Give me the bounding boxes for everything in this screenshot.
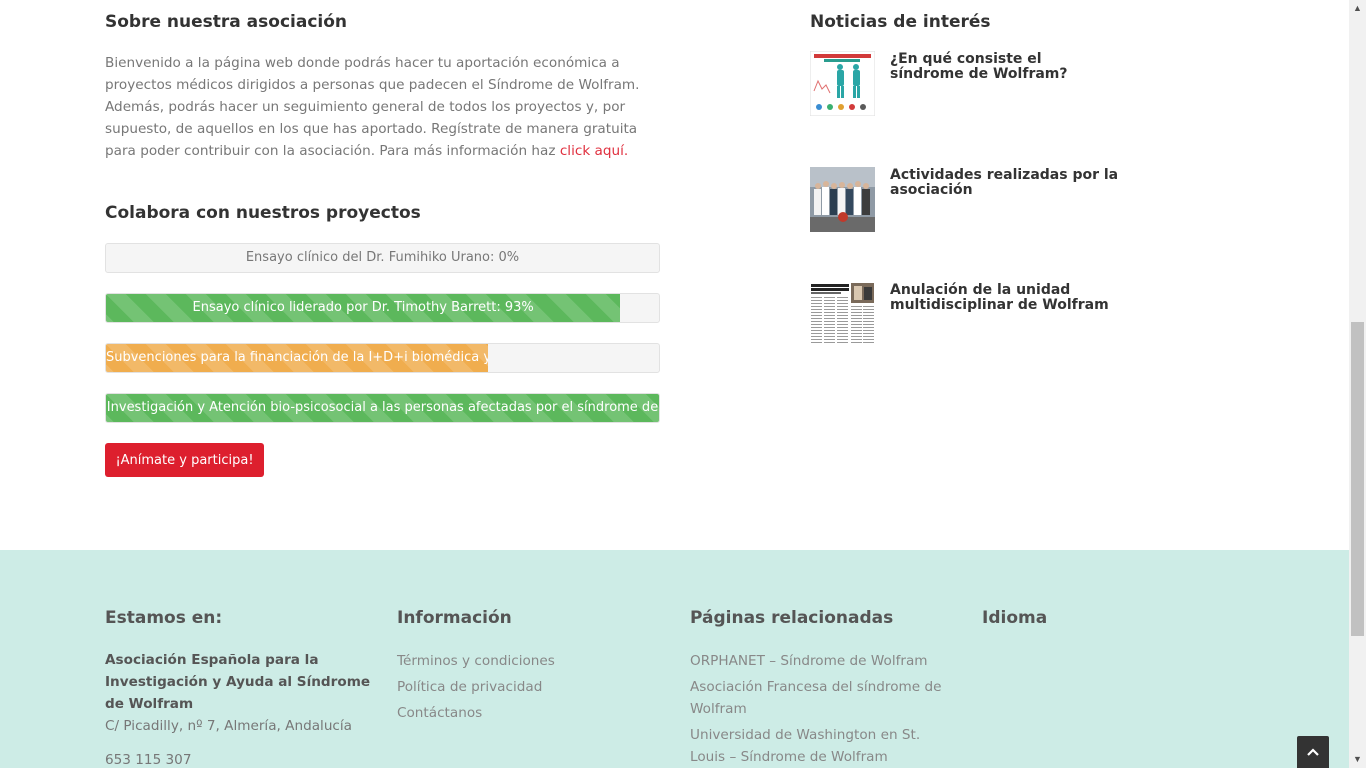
project-progress[interactable]: Ensayo clínico del Dr. Fumihiko Urano: 0… bbox=[105, 243, 660, 273]
news-item[interactable]: Actividades realizadas por la asociación bbox=[810, 167, 1180, 233]
scrollbar-thumb[interactable] bbox=[1351, 322, 1364, 636]
org-name: Asociación Española para la Investigació… bbox=[105, 652, 371, 712]
progress-bar-fill: Ensayo clínico liderado por Dr. Timothy … bbox=[106, 294, 621, 322]
news-title: Noticias de interés bbox=[810, 12, 991, 32]
progress-label: Subvenciones para la financiación de la … bbox=[106, 350, 488, 365]
footer-heading: Información bbox=[397, 608, 512, 628]
news-thumbnail[interactable] bbox=[810, 51, 875, 116]
orphanet-link[interactable]: ORPHANET – Síndrome de Wolfram bbox=[690, 650, 955, 672]
about-title: Sobre nuestra asociación bbox=[105, 12, 348, 32]
progress-bar-fill: Investigación y Atención bio-psicosocial… bbox=[106, 394, 659, 422]
progress-bar-fill: Subvenciones para la financiación de la … bbox=[106, 344, 488, 372]
more-info-link[interactable]: click aquí. bbox=[560, 143, 628, 159]
news-thumbnail[interactable] bbox=[810, 167, 875, 232]
news-thumbnail[interactable] bbox=[810, 282, 875, 347]
washington-university-link[interactable]: Universidad de Washington en St. Louis –… bbox=[690, 724, 955, 768]
projects-title: Colabora con nuestros proyectos bbox=[105, 203, 421, 223]
footer-heading: Estamos en: bbox=[105, 608, 223, 628]
progress-label: Ensayo clínico del Dr. Fumihiko Urano: 0… bbox=[245, 250, 520, 265]
news-item[interactable]: ¿En qué consiste el síndrome de Wolfram? bbox=[810, 51, 1180, 117]
project-progress[interactable]: Investigación y Atención bio-psicosocial… bbox=[105, 393, 660, 423]
address: C/ Picadilly, nº 7, Almería, Andalucía bbox=[105, 718, 353, 734]
project-progress[interactable]: Subvenciones para la financiación de la … bbox=[105, 343, 660, 373]
news-title-link[interactable]: Anulación de la unidad multidisciplinar … bbox=[890, 283, 1180, 313]
progress-label: Investigación y Atención bio-psicosocial… bbox=[106, 400, 659, 415]
main-content: Sobre nuestra asociación Bienvenido a la… bbox=[0, 0, 1349, 550]
project-progress[interactable]: Ensayo clínico liderado por Dr. Timothy … bbox=[105, 293, 660, 323]
footer: Estamos en: Asociación Española para la … bbox=[0, 550, 1349, 768]
news-title-link[interactable]: ¿En qué consiste el síndrome de Wolfram? bbox=[890, 52, 1110, 82]
progress-label: Ensayo clínico liderado por Dr. Timothy … bbox=[192, 300, 534, 315]
footer-heading: Páginas relacionadas bbox=[690, 608, 894, 628]
back-to-top-button[interactable] bbox=[1297, 736, 1329, 768]
contact-link[interactable]: Contáctanos bbox=[397, 702, 657, 724]
footer-address-block: Asociación Española para la Investigació… bbox=[105, 649, 375, 771]
scroll-up-arrow-icon[interactable]: ▲ bbox=[1349, 0, 1366, 17]
participate-button[interactable]: ¡Anímate y participa! bbox=[105, 443, 264, 477]
news-item[interactable]: Anulación de la unidad multidisciplinar … bbox=[810, 282, 1180, 348]
footer-heading: Idioma bbox=[982, 608, 1048, 628]
scroll-down-arrow-icon[interactable]: ▼ bbox=[1349, 751, 1366, 768]
scrollbar[interactable]: ▲ ▼ bbox=[1349, 0, 1366, 768]
chevron-up-icon bbox=[1307, 748, 1319, 756]
news-title-link[interactable]: Actividades realizadas por la asociación bbox=[890, 168, 1120, 198]
terms-link[interactable]: Términos y condiciones bbox=[397, 650, 657, 672]
privacy-link[interactable]: Política de privacidad bbox=[397, 676, 657, 698]
french-association-link[interactable]: Asociación Francesa del síndrome de Wolf… bbox=[690, 676, 955, 720]
about-text: Bienvenido a la página web donde podrás … bbox=[105, 52, 665, 162]
